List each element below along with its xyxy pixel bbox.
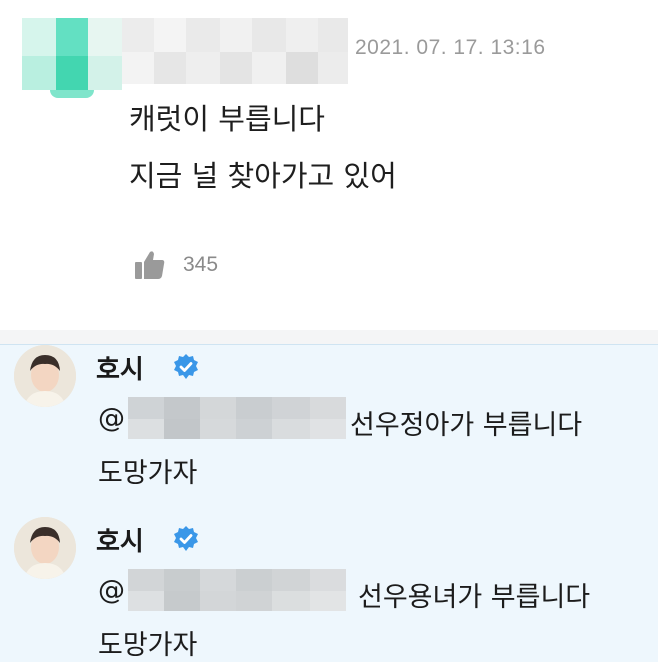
verified-badge-icon <box>174 526 198 551</box>
censored-mention <box>128 397 346 441</box>
censored-avatar <box>22 18 122 98</box>
comment-text-line: 캐럿이 부릅니다 <box>129 102 325 136</box>
reply-thread: 호시 @ 선우정아가 부릅니다 도망가자 호시 @ 선우용녀가 부릅니다 도망가… <box>0 344 658 662</box>
mention-prefix: @ <box>98 403 125 434</box>
comment-text-line: 지금 널 찾아가고 있어 <box>129 159 397 193</box>
comment-timestamp: 2021. 07. 17. 13:16 <box>355 36 546 59</box>
avatar[interactable] <box>14 517 76 579</box>
comment-card: 2021. 07. 17. 13:16 캐럿이 부릅니다 지금 널 찾아가고 있… <box>0 0 658 330</box>
reply-text: 선우정아가 부릅니다 <box>350 410 583 441</box>
like-button[interactable]: 345 <box>133 247 218 283</box>
reply-author[interactable]: 호시 <box>96 349 144 386</box>
reply-text: 도망가자 <box>98 458 198 489</box>
reply-text: 도망가자 <box>98 630 198 661</box>
section-divider <box>0 330 658 344</box>
like-count: 345 <box>183 253 219 276</box>
verified-badge-icon <box>174 354 198 379</box>
reply-author[interactable]: 호시 <box>96 521 144 558</box>
mention-prefix: @ <box>98 575 125 606</box>
censored-username <box>122 18 348 84</box>
avatar[interactable] <box>14 345 76 407</box>
reply-text: 선우용녀가 부릅니다 <box>358 582 591 613</box>
thumbs-up-icon <box>135 251 165 279</box>
censored-mention <box>128 569 346 613</box>
